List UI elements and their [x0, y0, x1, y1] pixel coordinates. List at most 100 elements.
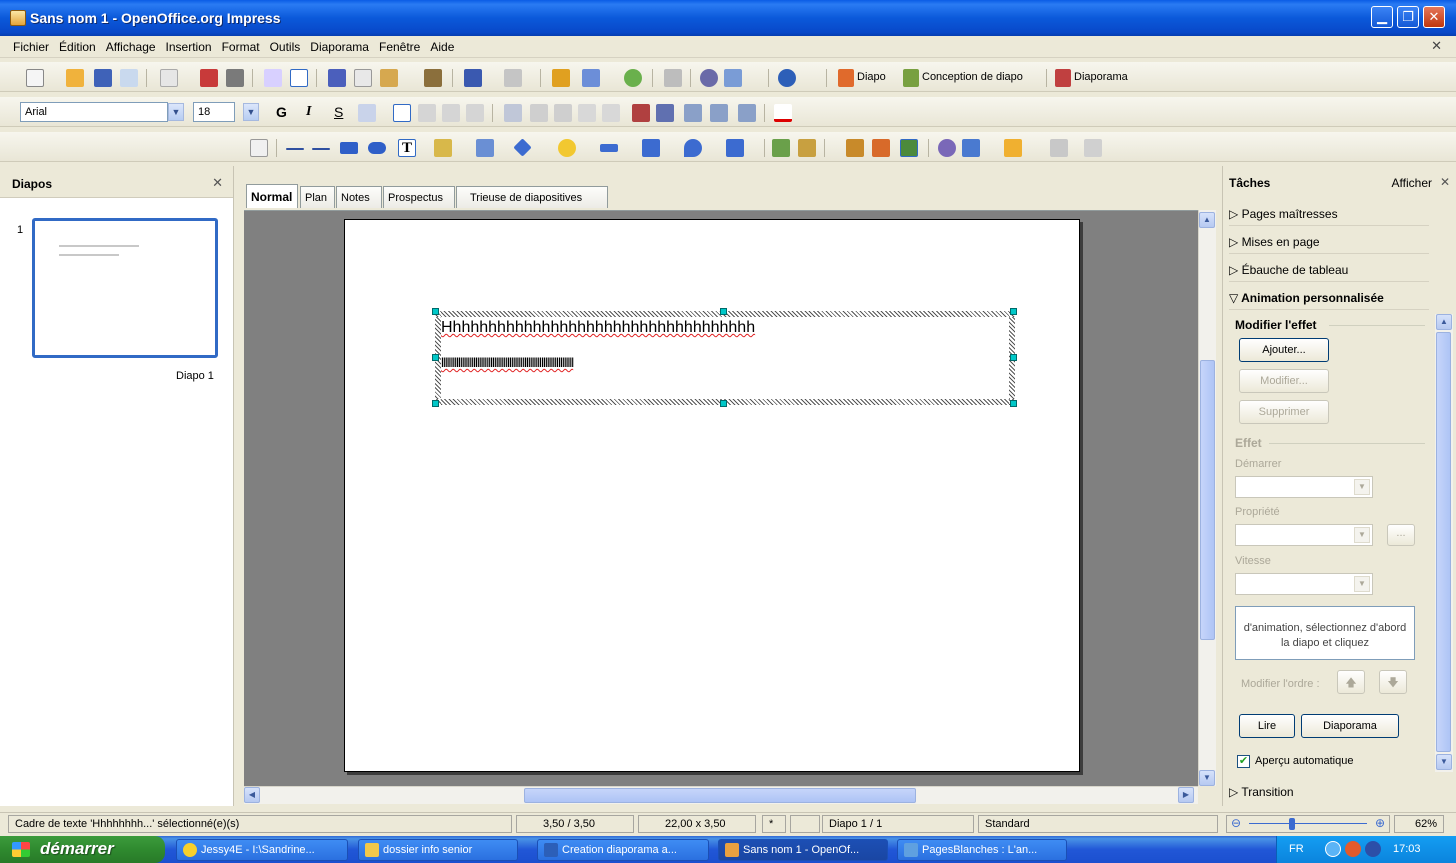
decrease-spacing-icon[interactable]	[656, 104, 674, 122]
diapo-icon[interactable]	[838, 69, 854, 87]
symbol-shapes-icon[interactable]	[558, 139, 576, 157]
horizontal-scrollbar[interactable]: ◀ ▶	[244, 786, 1198, 804]
conception-button[interactable]: Conception de diapo	[922, 71, 1023, 83]
section-custom-animation[interactable]: ▽ Animation personnalisée	[1229, 284, 1429, 310]
slide-thumbnail[interactable]	[32, 218, 218, 358]
add-effect-button[interactable]: Ajouter...	[1239, 338, 1329, 362]
zoom-icon[interactable]	[724, 69, 742, 87]
tab-notes[interactable]: Notes	[336, 186, 382, 208]
resize-handle[interactable]	[432, 308, 439, 315]
horizontal-scroll-thumb[interactable]	[524, 788, 916, 803]
scroll-up-icon[interactable]: ▲	[1436, 314, 1452, 330]
design-icon[interactable]	[903, 69, 919, 87]
export-pdf-icon[interactable]	[200, 69, 218, 87]
text-line-2[interactable]: llllllllllllllllllllllllllllllllllllllll…	[441, 355, 574, 370]
tasks-scrollbar[interactable]: ▲ ▼	[1435, 314, 1453, 772]
font-color-icon[interactable]	[774, 104, 792, 122]
edit-file-icon[interactable]	[160, 69, 178, 87]
tab-plan[interactable]: Plan	[300, 186, 335, 208]
resize-handle[interactable]	[1010, 354, 1017, 361]
slideshow-icon[interactable]	[1055, 69, 1071, 87]
resize-handle[interactable]	[1010, 308, 1017, 315]
scroll-down-icon[interactable]: ▼	[1199, 770, 1215, 786]
scroll-up-icon[interactable]: ▲	[1199, 212, 1215, 228]
copy-icon[interactable]	[354, 69, 372, 87]
callouts-icon[interactable]	[684, 139, 702, 157]
tab-prospectus[interactable]: Prospectus	[383, 186, 455, 208]
menu-outils[interactable]: Outils	[265, 36, 306, 54]
resize-handle[interactable]	[432, 354, 439, 361]
maximize-button[interactable]: ❐	[1397, 6, 1419, 28]
property-select[interactable]: ▼	[1235, 524, 1373, 546]
resize-handle[interactable]	[720, 400, 727, 407]
tab-normal[interactable]: Normal	[246, 184, 298, 208]
resize-handle[interactable]	[720, 308, 727, 315]
menu-affichage[interactable]: Affichage	[101, 36, 161, 54]
menu-edition[interactable]: Édition	[54, 36, 101, 54]
ellipse-icon[interactable]	[368, 142, 386, 154]
zoom-percentage[interactable]: 62%	[1394, 815, 1444, 833]
resize-handle[interactable]	[1010, 400, 1017, 407]
section-table-design[interactable]: ▷ Ébauche de tableau	[1229, 256, 1429, 282]
scroll-right-icon[interactable]: ▶	[1178, 787, 1194, 803]
speed-select[interactable]: ▼	[1235, 573, 1373, 595]
chart-icon[interactable]	[552, 69, 570, 87]
start-button[interactable]: démarrer	[0, 836, 165, 863]
indent-icon[interactable]	[554, 104, 572, 122]
slideshow-button[interactable]: Diaporama	[1301, 714, 1399, 738]
tray-icon[interactable]	[1365, 841, 1381, 857]
help-icon[interactable]	[778, 69, 796, 87]
font-name-field[interactable]: Arial	[20, 102, 168, 122]
zoom-out-icon[interactable]: ⊖	[1231, 816, 1241, 830]
start-select[interactable]: ▼	[1235, 476, 1373, 498]
increase-spacing-icon[interactable]	[632, 104, 650, 122]
paste-icon[interactable]	[380, 69, 398, 87]
zoom-slider[interactable]: ⊖ ⊕	[1226, 815, 1390, 833]
rectangle-icon[interactable]	[340, 142, 358, 154]
diaporama-button[interactable]: Diaporama	[1074, 71, 1128, 83]
effects-icon[interactable]	[962, 139, 980, 157]
scroll-down-icon[interactable]: ▼	[1436, 754, 1452, 770]
tasks-close-icon[interactable]: ✕	[1440, 175, 1450, 189]
slides-pane-close-icon[interactable]: ✕	[212, 175, 223, 191]
taskbar-item-browser[interactable]: PagesBlanches : L'an...	[897, 839, 1067, 861]
undo-icon[interactable]	[464, 69, 482, 87]
select-arrow-icon[interactable]	[250, 139, 268, 157]
points-icon[interactable]	[772, 139, 790, 157]
extrusion-icon[interactable]	[938, 139, 956, 157]
minimize-button[interactable]: ▁	[1371, 6, 1393, 28]
print-icon[interactable]	[226, 69, 244, 87]
selected-text-frame[interactable]: Hhhhhhhhhhhhhhhhhhhhhhhhhhhhhhhhhhh llll…	[435, 311, 1015, 405]
from-file-icon[interactable]	[872, 139, 890, 157]
italic-button[interactable]: I	[306, 104, 311, 120]
flowchart-icon[interactable]	[642, 139, 660, 157]
font-size-field[interactable]: 18	[193, 102, 235, 122]
autopreview-checkbox[interactable]: ✔	[1237, 755, 1250, 768]
tasks-scroll-thumb[interactable]	[1436, 332, 1451, 752]
property-options-button[interactable]: ...	[1387, 524, 1415, 546]
new-document-icon[interactable]	[26, 69, 44, 87]
format-paintbrush-icon[interactable]	[424, 69, 442, 87]
bullets-icon[interactable]	[504, 104, 522, 122]
scroll-left-icon[interactable]: ◀	[244, 787, 260, 803]
basic-shapes-icon[interactable]	[513, 138, 532, 157]
stars-icon[interactable]	[726, 139, 744, 157]
taskbar-item-word[interactable]: Creation diaporama a...	[537, 839, 709, 861]
navigator-icon[interactable]	[624, 69, 642, 87]
menu-fenetre[interactable]: Fenêtre	[374, 36, 425, 54]
save-icon[interactable]	[94, 69, 112, 87]
table-icon[interactable]	[582, 69, 600, 87]
section-master-pages[interactable]: ▷ Pages maîtresses	[1229, 200, 1429, 226]
bold-button[interactable]: G	[276, 104, 287, 120]
redo-icon[interactable]	[504, 69, 522, 87]
move-down-arrow-icon[interactable]: 🡇	[1379, 670, 1407, 694]
chevron-down-icon[interactable]: ▼	[1354, 576, 1370, 592]
spellcheck-icon[interactable]	[264, 69, 282, 87]
move-up-icon[interactable]	[578, 104, 596, 122]
block-arrows-icon[interactable]	[600, 144, 618, 152]
zoom-in-icon[interactable]: ⊕	[1375, 816, 1385, 830]
fontwork-icon[interactable]	[846, 139, 864, 157]
language-indicator[interactable]: FR	[1289, 843, 1304, 855]
diapo-button[interactable]: Diapo	[857, 71, 886, 83]
menu-fichier[interactable]: Fichier	[8, 36, 54, 54]
